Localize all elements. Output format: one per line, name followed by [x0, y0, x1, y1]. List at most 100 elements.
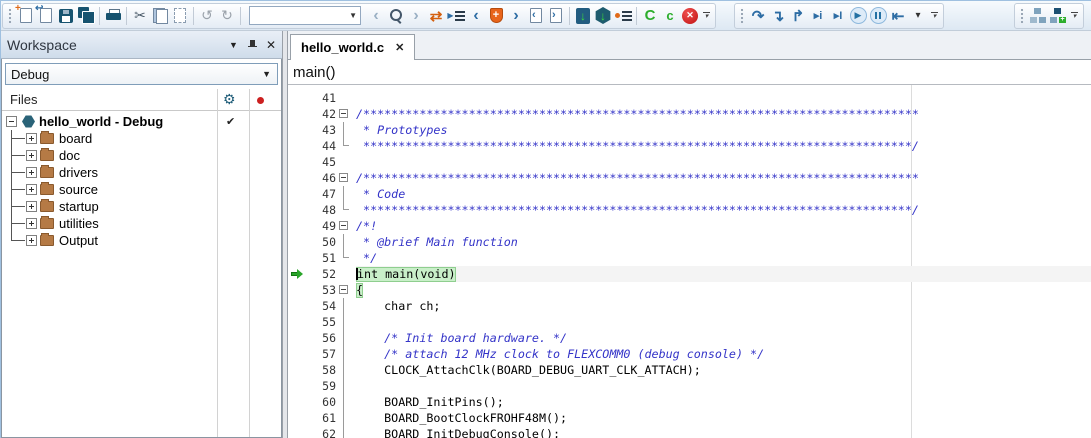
fold-collapse-icon[interactable]	[339, 173, 348, 182]
previous-location-icon[interactable]: ‹	[526, 5, 546, 27]
paste-icon[interactable]	[170, 5, 190, 27]
fold-margin[interactable]	[336, 282, 356, 298]
fold-margin[interactable]	[336, 90, 356, 106]
breakpoint-gutter[interactable]	[288, 202, 308, 218]
close-icon[interactable]: ✕	[266, 38, 276, 52]
toolbar-overflow-icon[interactable]: ▾	[700, 6, 713, 26]
code-line-43[interactable]: 43 * Prototypes	[288, 122, 1091, 138]
workspace-titlebar[interactable]: Workspace ▼ ✕	[1, 31, 282, 59]
previous-bookmark-icon[interactable]: ‹	[466, 5, 486, 27]
search-icon[interactable]	[386, 5, 406, 27]
tree-item-drivers[interactable]: drivers	[2, 164, 281, 181]
breakpoint-dot-icon[interactable]	[257, 97, 264, 104]
stack-view-icon[interactable]	[1028, 5, 1048, 27]
config-selector[interactable]: Debug ▼	[5, 63, 278, 85]
code-line-53[interactable]: 53{	[288, 282, 1091, 298]
code-line-49[interactable]: 49/*!	[288, 218, 1091, 234]
breakpoint-gutter[interactable]	[288, 298, 308, 314]
fold-margin[interactable]	[336, 234, 356, 250]
breakpoint-gutter[interactable]	[288, 234, 308, 250]
breakpoint-gutter[interactable]	[288, 330, 308, 346]
code-line-50[interactable]: 50 * @brief Main function	[288, 234, 1091, 250]
toolbar-overflow-icon[interactable]: ▾	[928, 6, 941, 26]
breakpoint-gutter[interactable]	[288, 410, 308, 426]
expand-icon[interactable]	[26, 184, 37, 195]
fold-margin[interactable]	[336, 410, 356, 426]
pin-icon[interactable]	[248, 39, 257, 51]
breakpoint-gutter[interactable]	[288, 378, 308, 394]
code-line-56[interactable]: 56 /* Init board hardware. */	[288, 330, 1091, 346]
cut-icon[interactable]: ✂	[130, 5, 150, 27]
next-statement-icon[interactable]: ▸i	[808, 5, 828, 27]
fold-margin[interactable]	[336, 186, 356, 202]
breakpoint-gutter[interactable]	[288, 314, 308, 330]
toolbar-overflow-icon[interactable]: ▾	[1068, 6, 1081, 26]
next-bookmark-icon[interactable]: ›	[506, 5, 526, 27]
breakpoint-gutter[interactable]	[288, 394, 308, 410]
redo-icon[interactable]: ↻	[217, 5, 237, 27]
save-icon[interactable]	[56, 5, 76, 27]
expand-icon[interactable]	[26, 167, 37, 178]
breakpoint-gutter[interactable]	[288, 90, 308, 106]
print-icon[interactable]	[103, 5, 123, 27]
code-line-60[interactable]: 60 BOARD_InitPins();	[288, 394, 1091, 410]
restart-debugger-icon[interactable]: C	[640, 5, 660, 27]
code-line-57[interactable]: 57 /* attach 12 MHz clock to FLEXCOMM0 (…	[288, 346, 1091, 362]
gear-icon[interactable]: ⚙	[223, 91, 236, 108]
go-to-function-icon[interactable]: ▶	[446, 5, 466, 27]
code-editor[interactable]: 4142/***********************************…	[288, 85, 1091, 438]
breakpoint-gutter[interactable]	[288, 154, 308, 170]
expand-icon[interactable]	[26, 235, 37, 246]
fold-margin[interactable]	[336, 202, 356, 218]
code-line-48[interactable]: 48 *************************************…	[288, 202, 1091, 218]
breakpoint-gutter[interactable]	[288, 266, 308, 282]
tree-item-board[interactable]: board	[2, 130, 281, 147]
tree-item-utilities[interactable]: utilities	[2, 215, 281, 232]
code-line-45[interactable]: 45	[288, 154, 1091, 170]
run-to-cursor-icon[interactable]: ▸I	[828, 5, 848, 27]
code-line-42[interactable]: 42/*************************************…	[288, 106, 1091, 122]
expand-icon[interactable]	[26, 201, 37, 212]
save-all-icon[interactable]	[76, 5, 96, 27]
breakpoint-gutter[interactable]	[288, 138, 308, 154]
reload-icon[interactable]: c	[660, 5, 680, 27]
code-line-55[interactable]: 55	[288, 314, 1091, 330]
fold-margin[interactable]	[336, 138, 356, 154]
go-icon[interactable]: ▶	[848, 5, 868, 27]
step-out-icon[interactable]: ↱	[788, 5, 808, 27]
undo-icon[interactable]: ↺	[197, 5, 217, 27]
breakpoint-gutter[interactable]	[288, 186, 308, 202]
stop-debugging-icon[interactable]: ✕	[680, 5, 700, 27]
breakpoint-gutter[interactable]	[288, 218, 308, 234]
find-previous-icon[interactable]: ‹	[366, 5, 386, 27]
breakpoint-gutter[interactable]	[288, 282, 308, 298]
fold-margin[interactable]	[336, 314, 356, 330]
open-file-icon[interactable]: ↩	[36, 5, 56, 27]
fold-margin[interactable]	[336, 362, 356, 378]
breakpoint-gutter[interactable]	[288, 170, 308, 186]
reset-icon[interactable]: ⇤	[888, 5, 908, 27]
fold-collapse-icon[interactable]	[339, 221, 348, 230]
fold-collapse-icon[interactable]	[339, 109, 348, 118]
new-file-icon[interactable]: +	[16, 5, 36, 27]
fold-margin[interactable]	[336, 250, 356, 266]
step-over-icon[interactable]: ↷	[748, 5, 768, 27]
tree-item-output[interactable]: Output	[2, 232, 281, 249]
code-line-44[interactable]: 44 *************************************…	[288, 138, 1091, 154]
fold-margin[interactable]	[336, 394, 356, 410]
code-line-62[interactable]: 62 BOARD_InitDebugConsole();	[288, 426, 1091, 438]
fold-margin[interactable]	[336, 106, 356, 122]
code-line-61[interactable]: 61 BOARD_BootClockFROHF48M();	[288, 410, 1091, 426]
tree-item-startup[interactable]: startup	[2, 198, 281, 215]
fold-collapse-icon[interactable]	[339, 285, 348, 294]
tree-item-project[interactable]: hello_world - Debug✔	[2, 113, 281, 130]
expand-icon[interactable]	[26, 133, 37, 144]
stack-view-add-icon[interactable]: +	[1048, 5, 1068, 27]
copy-icon[interactable]	[150, 5, 170, 27]
fold-margin[interactable]	[336, 298, 356, 314]
fold-margin[interactable]	[336, 426, 356, 438]
break-icon[interactable]	[868, 5, 888, 27]
function-selector-bar[interactable]: main()	[288, 60, 1091, 85]
breakpoint-gutter[interactable]	[288, 122, 308, 138]
breakpoints-window-icon[interactable]	[613, 5, 633, 27]
